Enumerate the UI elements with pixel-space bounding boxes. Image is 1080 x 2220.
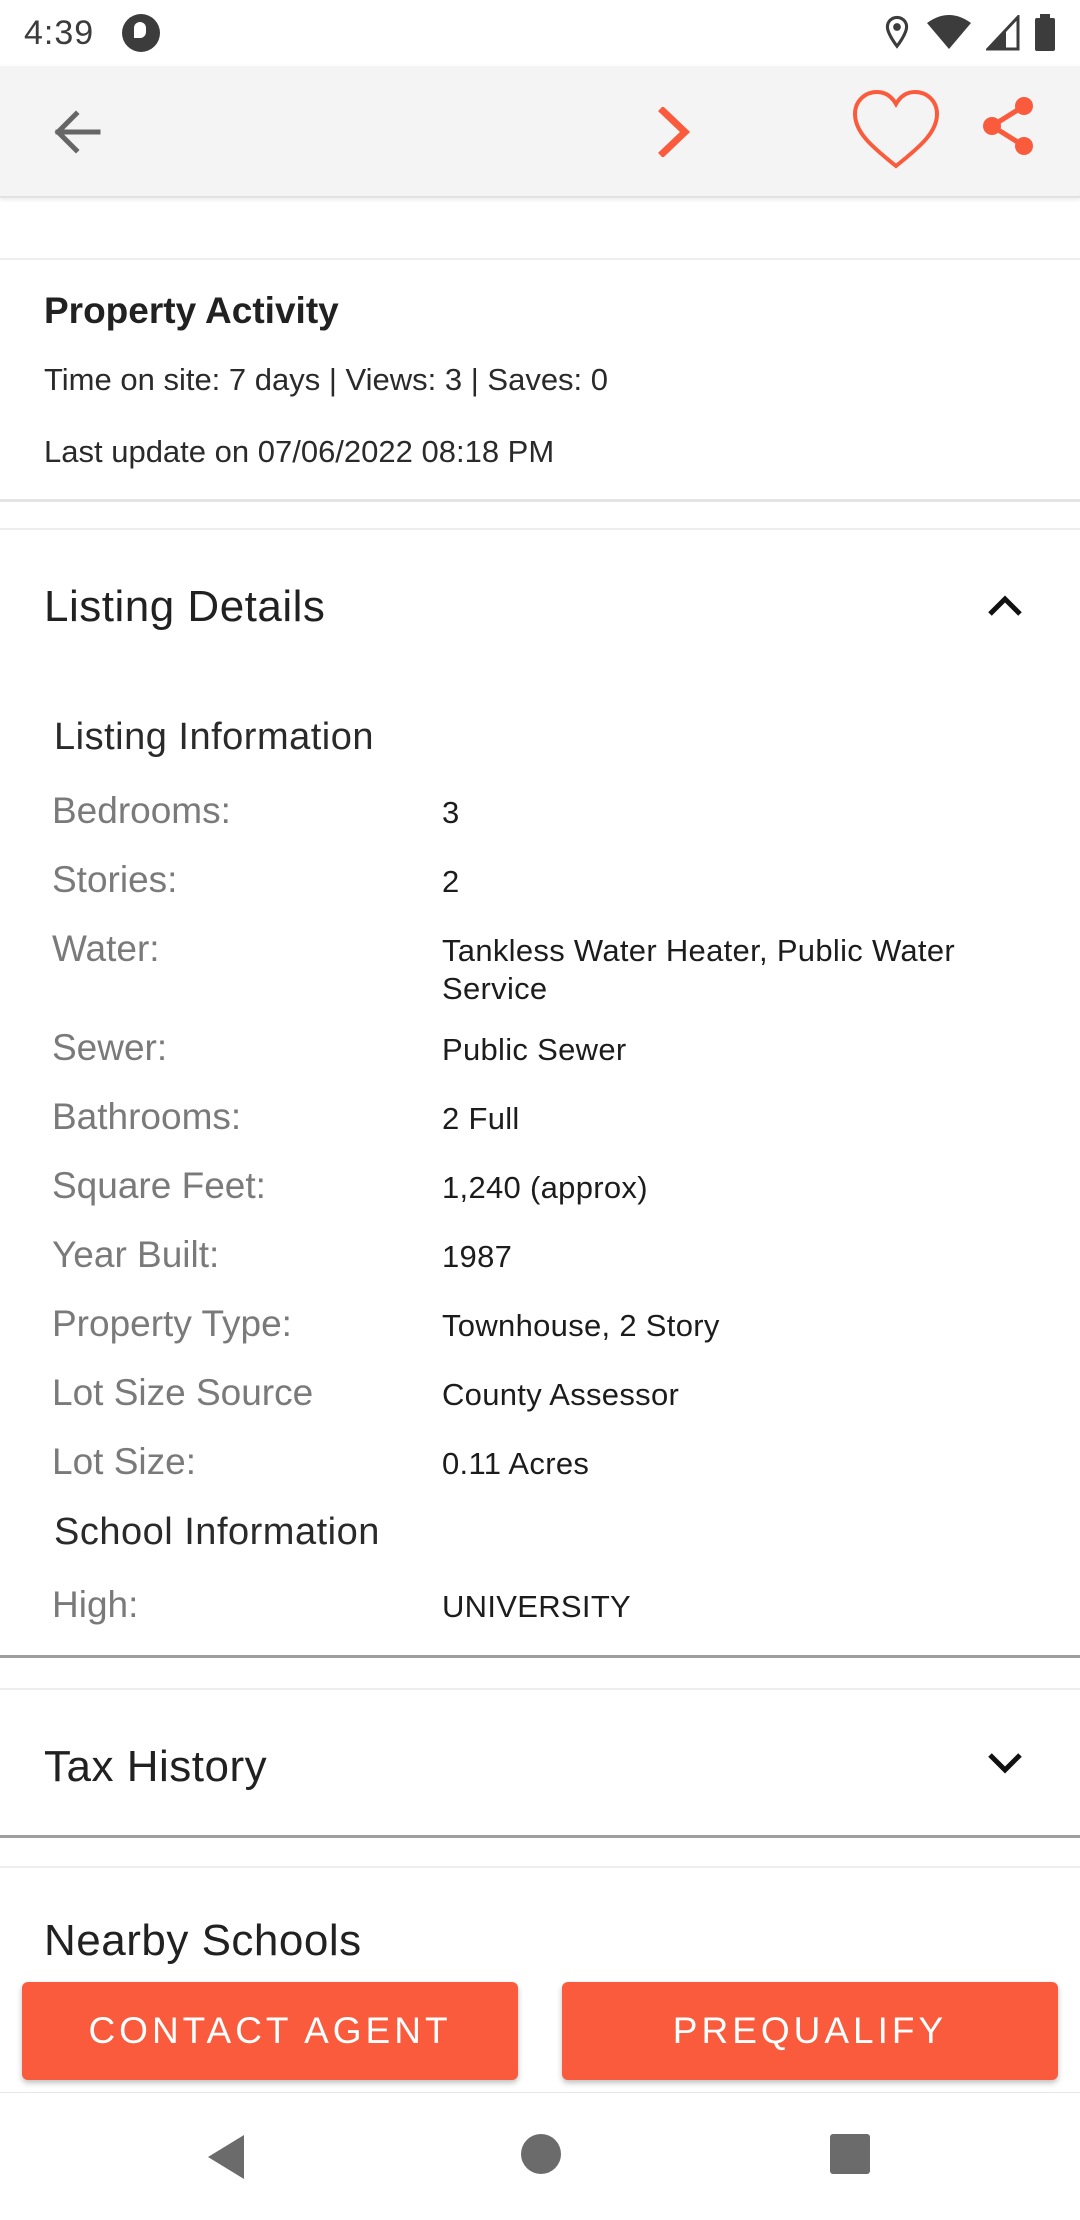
tax-history-card[interactable]: Tax History xyxy=(0,1688,1080,1838)
chevron-up-icon[interactable] xyxy=(982,582,1028,628)
nav-recents-icon[interactable] xyxy=(829,2133,871,2175)
detail-label-sewer: Sewer: xyxy=(52,1027,168,1068)
detail-label-high-school: High: xyxy=(52,1584,139,1625)
detail-label-property-type: Property Type: xyxy=(52,1303,292,1344)
activity-stats: Time on site: 7 days | Views: 3 | Saves:… xyxy=(44,362,609,397)
tax-history-title[interactable]: Tax History xyxy=(44,1742,267,1792)
detail-label-bedrooms: Bedrooms: xyxy=(52,790,231,831)
screen: 4:39 Property Activity Time on site: 7 d… xyxy=(0,0,1080,2220)
contact-agent-button[interactable]: CONTACT AGENT xyxy=(22,1982,518,2080)
detail-label-year-built: Year Built: xyxy=(52,1234,220,1275)
detail-value-lot-size-source: County Assessor xyxy=(442,1377,680,1412)
detail-value-sewer: Public Sewer xyxy=(442,1032,627,1067)
signal-icon xyxy=(986,15,1020,51)
heart-outline-icon xyxy=(852,89,940,169)
nearby-schools-title[interactable]: Nearby Schools xyxy=(44,1916,362,1966)
chevron-right-icon xyxy=(658,107,691,157)
detail-value-year-built: 1987 xyxy=(442,1239,513,1274)
detail-value-bedrooms: 3 xyxy=(442,795,460,830)
prequalify-button[interactable]: PREQUALIFY xyxy=(562,1982,1058,2080)
nav-back-icon[interactable] xyxy=(204,2133,248,2181)
detail-value-square-feet: 1,240 (approx) xyxy=(442,1170,648,1205)
status-bar: 4:39 xyxy=(0,0,1080,66)
activity-last-update: Last update on 07/06/2022 08:18 PM xyxy=(44,434,555,469)
app-notification-icon xyxy=(122,14,161,52)
property-activity-card: Property Activity Time on site: 7 days |… xyxy=(0,258,1080,502)
listing-information-heading: Listing Information xyxy=(54,716,374,758)
system-nav-bar xyxy=(0,2092,1080,2220)
app-bar xyxy=(0,66,1080,198)
arrow-back-icon xyxy=(54,110,101,154)
detail-label-lot-size: Lot Size: xyxy=(52,1441,196,1482)
detail-label-water: Water: xyxy=(52,928,160,969)
back-button[interactable] xyxy=(38,98,116,166)
share-icon xyxy=(983,97,1033,155)
detail-label-lot-size-source: Lot Size Source xyxy=(52,1372,314,1413)
detail-label-stories: Stories: xyxy=(52,859,178,900)
next-listing-button[interactable] xyxy=(640,96,710,168)
location-icon xyxy=(885,15,909,49)
property-activity-title: Property Activity xyxy=(44,290,339,331)
chevron-down-icon[interactable] xyxy=(982,1740,1028,1786)
detail-value-property-type: Townhouse, 2 Story xyxy=(442,1308,720,1343)
detail-value-bathrooms: 2 Full xyxy=(442,1101,520,1136)
battery-icon xyxy=(1035,14,1055,51)
detail-value-lot-size: 0.11 Acres xyxy=(442,1446,590,1481)
status-time: 4:39 xyxy=(24,13,95,52)
wifi-icon xyxy=(927,15,971,49)
action-bar: CONTACT AGENT PREQUALIFY xyxy=(0,1966,1080,2092)
nav-home-icon[interactable] xyxy=(520,2133,562,2175)
detail-value-stories: 2 xyxy=(442,864,460,899)
favorite-button[interactable] xyxy=(848,80,944,180)
detail-value-high-school: UNIVERSITY xyxy=(442,1589,632,1624)
detail-label-bathrooms: Bathrooms: xyxy=(52,1096,242,1137)
share-button[interactable] xyxy=(972,88,1044,164)
listing-details-title[interactable]: Listing Details xyxy=(44,582,325,632)
status-icons xyxy=(882,14,1056,52)
detail-value-water: Tankless Water Heater, Public Water Serv… xyxy=(442,933,955,1006)
detail-label-square-feet: Square Feet: xyxy=(52,1165,266,1206)
listing-details-card: Listing Details Listing Information Bedr… xyxy=(0,528,1080,1658)
school-information-heading: School Information xyxy=(54,1511,380,1553)
